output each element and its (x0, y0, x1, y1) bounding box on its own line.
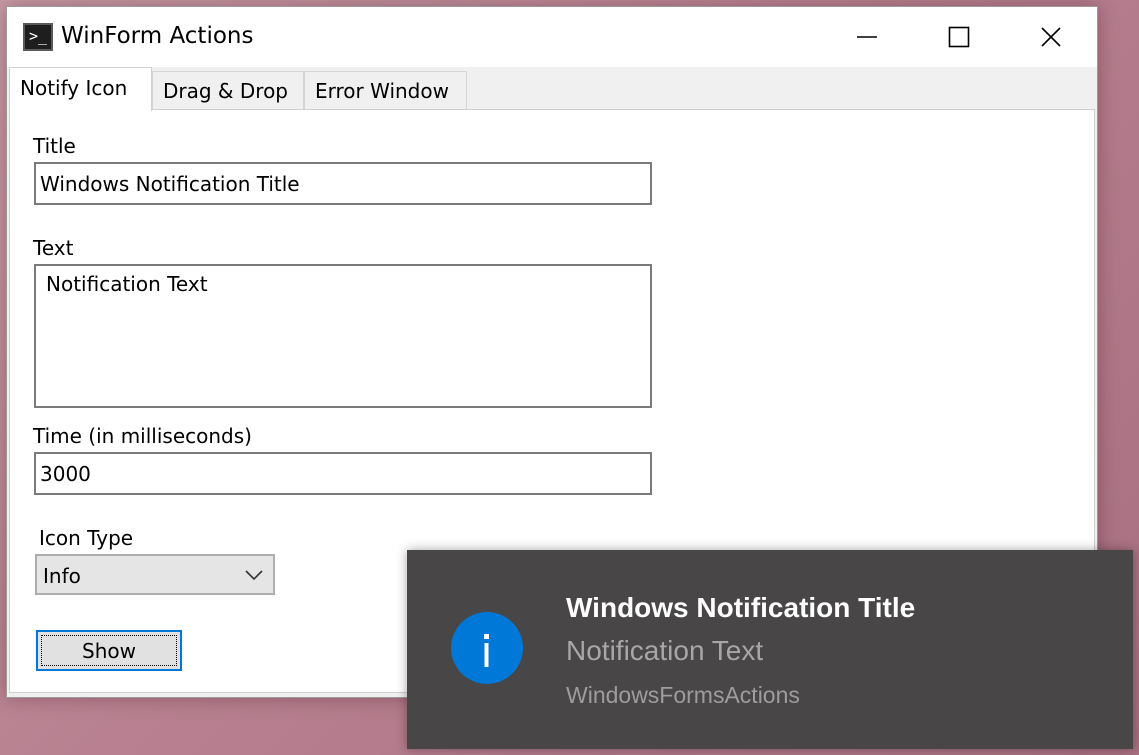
chevron-down-icon (245, 570, 263, 581)
maximize-icon (948, 26, 970, 48)
title-label: Title (33, 134, 76, 158)
window-title: WinForm Actions (61, 23, 254, 49)
toast-text: Notification Text (566, 635, 764, 666)
tab-drag-drop[interactable]: Drag & Drop (152, 71, 304, 109)
icon-type-label: Icon Type (39, 526, 134, 550)
console-icon: >_ (23, 23, 53, 51)
maximize-button[interactable] (913, 7, 1005, 67)
toast-app-name: WindowsFormsActions (566, 682, 800, 708)
toast-title: Windows Notification Title (566, 592, 916, 623)
time-label: Time (in milliseconds) (33, 424, 252, 448)
title-input[interactable] (34, 162, 652, 205)
title-bar[interactable]: >_ WinForm Actions (7, 7, 1097, 67)
minimize-icon (857, 36, 877, 38)
minimize-button[interactable] (821, 7, 913, 67)
icon-type-value: Info (43, 564, 81, 588)
show-button-label: Show (41, 635, 177, 666)
text-textarea[interactable]: Notification Text (34, 264, 652, 408)
show-button[interactable]: Show (36, 630, 182, 671)
tab-strip: Notify Icon Drag & Drop Error Window (7, 67, 1097, 111)
text-label: Text (33, 236, 74, 260)
tab-error-window[interactable]: Error Window (304, 71, 467, 109)
close-icon (1041, 27, 1061, 47)
close-button[interactable] (1005, 7, 1097, 67)
time-input[interactable] (34, 452, 652, 495)
info-icon (451, 612, 523, 684)
tab-notify-icon[interactable]: Notify Icon (9, 67, 152, 111)
toast-notification[interactable]: Windows Notification Title Notification … (407, 550, 1133, 749)
icon-type-select[interactable]: Info (35, 554, 275, 595)
